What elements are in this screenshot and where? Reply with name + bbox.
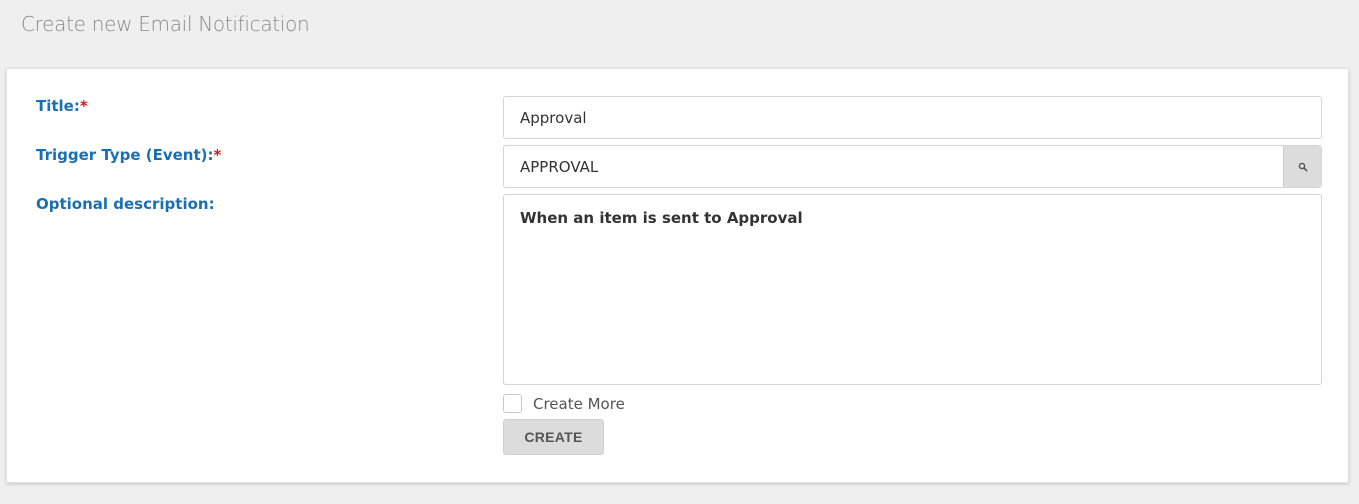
create-more-label: Create More: [533, 394, 625, 413]
trigger-type-label-text: Trigger Type (Event): [36, 146, 208, 164]
trigger-type-value: APPROVAL: [520, 157, 599, 176]
title-required-mark: *: [79, 97, 88, 115]
description-label: Optional description:: [36, 195, 215, 213]
notification-form-card: Title:* Approval Trigger Type (Event):* …: [6, 68, 1349, 483]
title-label: Title:*: [36, 97, 88, 115]
page-title: Create new Email Notification: [21, 12, 310, 36]
description-label-text: Optional description: [36, 195, 209, 213]
trigger-type-label: Trigger Type (Event):*: [36, 146, 221, 164]
trigger-lookup-button[interactable]: [1283, 146, 1321, 187]
search-icon: [1298, 162, 1307, 171]
title-input-value: Approval: [520, 108, 587, 127]
description-value: When an item is sent to Approval: [520, 209, 803, 227]
trigger-type-required-mark: *: [213, 146, 222, 164]
title-label-text: Title: [36, 97, 74, 115]
trigger-type-input[interactable]: APPROVAL: [503, 145, 1322, 188]
create-more-row: Create More: [503, 394, 625, 413]
create-button[interactable]: CREATE: [503, 419, 604, 455]
create-more-checkbox[interactable]: [503, 394, 522, 413]
description-label-colon: :: [208, 195, 215, 213]
title-input[interactable]: Approval: [503, 96, 1322, 139]
description-textarea[interactable]: When an item is sent to Approval: [503, 194, 1322, 385]
